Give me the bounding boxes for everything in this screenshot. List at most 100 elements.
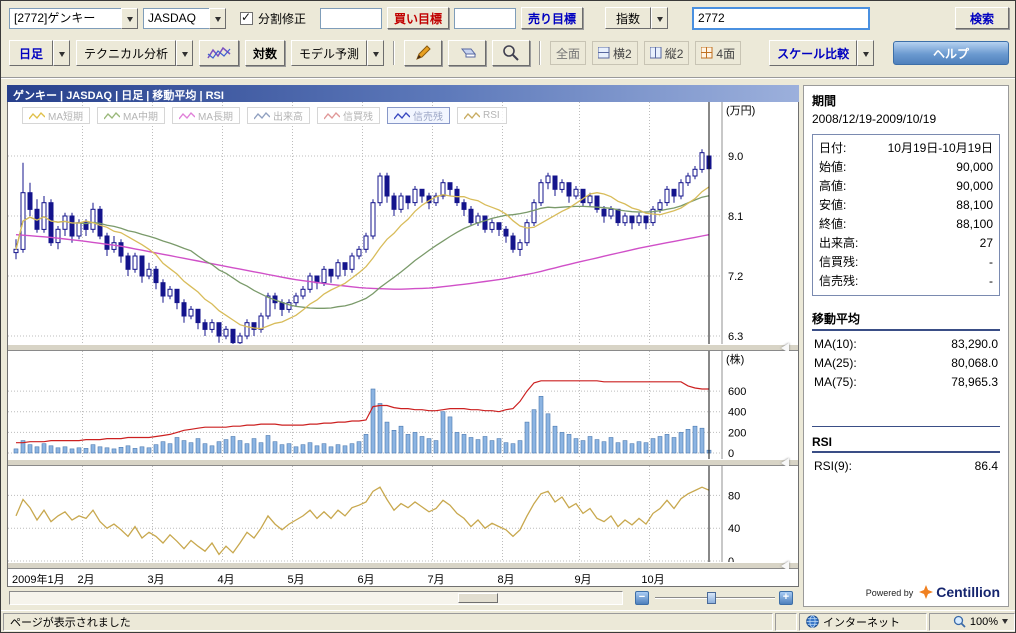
period-combo[interactable]: 日足	[9, 40, 70, 66]
x-axis-label: 9月	[574, 571, 591, 587]
market-combo-dropdown[interactable]	[209, 8, 226, 29]
stock-combo-dropdown[interactable]	[121, 8, 138, 29]
row-label: MA(25):	[814, 354, 857, 373]
scale-compare-dropdown[interactable]	[857, 40, 874, 66]
legend-chip-MA中期[interactable]: MA中期	[97, 107, 165, 124]
scale-compare-combo[interactable]: スケール比較	[769, 40, 874, 66]
chart-scroll-row: − +	[7, 590, 799, 606]
chart-style-button[interactable]	[199, 40, 239, 66]
status-bar: ページが表示されました インターネット 100%	[1, 610, 1016, 632]
help-button[interactable]: ヘルプ	[893, 41, 1009, 65]
brand-mark-icon	[919, 585, 933, 599]
svg-text:9.0: 9.0	[728, 151, 743, 163]
zoom-in-button[interactable]: +	[779, 591, 793, 605]
x-axis-label: 10月	[641, 571, 664, 587]
series-line-icon	[254, 111, 270, 121]
zoom-level: 100%	[970, 616, 998, 628]
model-combo-dropdown[interactable]	[367, 40, 384, 66]
technical-analysis-combo[interactable]: テクニカル分析	[76, 40, 193, 66]
technical-combo-value: テクニカル分析	[76, 40, 176, 66]
zoom-tool-button[interactable]	[492, 40, 530, 66]
quote-row: 信売残:-	[819, 272, 993, 291]
x-axis-label: 5月	[287, 571, 304, 587]
row-label: 日付:	[819, 139, 846, 158]
buy-target-input[interactable]	[320, 8, 382, 29]
quote-row: 信買残:-	[819, 253, 993, 272]
info-panel: 期間 2008/12/19-2009/10/19 日付:10月19日-10月19…	[803, 85, 1009, 607]
zoom-slider-thumb[interactable]	[707, 592, 716, 604]
rsi-pane[interactable]: 80400	[8, 466, 798, 562]
powered-by: Powered by Centillion	[866, 584, 1000, 600]
layout-quad-button[interactable]: 4面	[695, 41, 741, 65]
index-combo[interactable]: 指数	[605, 7, 668, 29]
quote-row: 高値:90,000	[819, 177, 993, 196]
chart-panel: ゲンキー | JASDAQ | 日足 | 移動平均 | RSI MA短期MA中期…	[7, 85, 799, 587]
sell-target-button[interactable]: 売り目標	[521, 7, 583, 29]
rsi-section-title: RSI	[812, 435, 1000, 453]
chart-hscrollbar-thumb[interactable]	[458, 593, 498, 603]
eraser-icon	[457, 45, 477, 61]
row-label: 始値:	[819, 158, 846, 177]
volume-pane[interactable]: 6004002000(株)	[8, 351, 798, 459]
index-combo-value: 指数	[605, 7, 651, 29]
legend-chip-label: 信売残	[413, 108, 443, 123]
buy-target-button[interactable]: 買い目標	[387, 7, 449, 29]
toolbar-row-1: [2772]ゲンキー JASDAQ 分割修正 買い目標 売り目標 指数 検索	[1, 5, 1016, 31]
pane-divider[interactable]	[8, 562, 798, 569]
stock-code-input[interactable]	[692, 7, 870, 30]
stock-combo[interactable]: [2772]ゲンキー	[9, 8, 138, 29]
chart-legend: MA短期 MA中期 MA長期出来高信買残 信売残 RSI	[22, 107, 507, 124]
zoom-out-button[interactable]: −	[635, 591, 649, 605]
x-axis-labels: 2009年1月2月3月4月5月6月7月8月9月10月	[8, 569, 798, 586]
svg-text:200: 200	[728, 427, 746, 439]
split-adjust-checkbox[interactable]	[240, 12, 253, 25]
legend-chip-信買残[interactable]: 信買残	[317, 107, 380, 124]
period-combo-dropdown[interactable]	[53, 40, 70, 66]
chart-hscrollbar-track[interactable]	[9, 591, 623, 605]
pen-tool-button[interactable]	[404, 40, 442, 66]
brand-name: Centillion	[936, 584, 1000, 600]
layout-v2-button[interactable]: 縦2	[644, 41, 690, 65]
pane-divider[interactable]	[8, 459, 798, 466]
legend-chip-出来高[interactable]: 出来高	[247, 107, 310, 124]
model-forecast-combo[interactable]: モデル予測	[291, 40, 384, 66]
series-line-icon	[29, 111, 45, 121]
price-pane[interactable]: MA短期MA中期MA長期出来高信買残信売残RSI 9.08.17.26.3(万円…	[8, 102, 798, 344]
pane-divider[interactable]	[8, 344, 798, 351]
layout-full-label: 全面	[556, 45, 580, 62]
legend-chip-MA長期[interactable]: MA長期	[172, 107, 240, 124]
status-message-cell: ページが表示されました	[3, 613, 773, 631]
log-scale-button[interactable]: 対数	[245, 40, 285, 66]
layout-v2-label: 縦2	[665, 45, 684, 62]
layout-full-button[interactable]: 全面	[550, 41, 586, 65]
svg-text:6.3: 6.3	[728, 331, 743, 343]
magnifier-icon	[953, 615, 966, 628]
legend-chip-信売残[interactable]: 信売残	[387, 107, 450, 124]
chevron-down-icon[interactable]	[1002, 619, 1008, 627]
toolbar-divider	[1, 77, 1016, 79]
index-combo-dropdown[interactable]	[651, 7, 668, 29]
quote-row: 日付:10月19日-10月19日	[819, 139, 993, 158]
app-window: [2772]ゲンキー JASDAQ 分割修正 買い目標 売り目標 指数 検索 日…	[0, 0, 1016, 633]
layout-h2-button[interactable]: 横2	[592, 41, 638, 65]
search-button[interactable]: 検索	[955, 7, 1009, 29]
legend-chip-label: RSI	[483, 110, 500, 121]
toolbar-separator	[539, 41, 541, 65]
sell-target-input[interactable]	[454, 8, 516, 29]
series-line-icon	[104, 111, 120, 121]
x-axis-label: 7月	[427, 571, 444, 587]
chevron-down-icon	[863, 52, 869, 60]
series-line-icon	[324, 111, 340, 121]
row-value: -	[989, 253, 993, 272]
svg-text:8.1: 8.1	[728, 211, 743, 223]
row-value: 27	[980, 234, 993, 253]
legend-chip-MA短期[interactable]: MA短期	[22, 107, 90, 124]
zoom-level-cell[interactable]: 100%	[929, 613, 1015, 631]
legend-chip-RSI[interactable]: RSI	[457, 107, 507, 124]
market-combo[interactable]: JASDAQ	[143, 8, 226, 29]
eraser-tool-button[interactable]	[448, 40, 486, 66]
split-quad-icon	[701, 47, 713, 59]
technical-combo-dropdown[interactable]	[176, 40, 193, 66]
security-zone-cell: インターネット	[799, 613, 927, 631]
x-axis-label: 2月	[77, 571, 94, 587]
